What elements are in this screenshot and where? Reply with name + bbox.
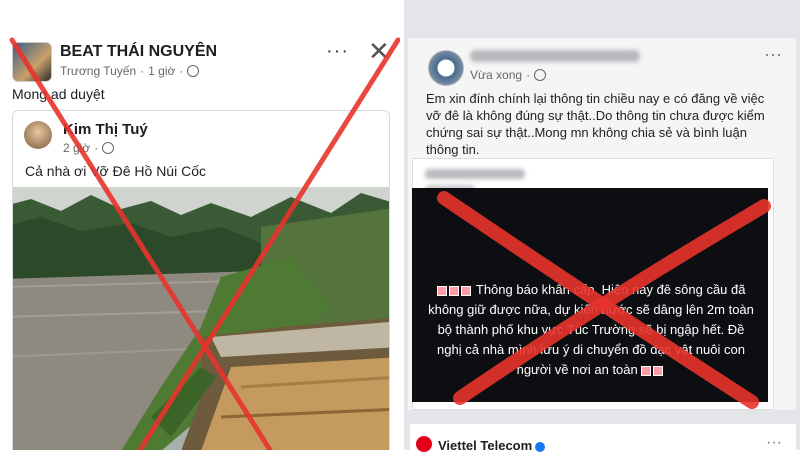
shared-post-text: Cả nhà ơi Vỡ Đê Hồ Núi Cốc	[25, 163, 206, 179]
globe-icon	[102, 142, 115, 154]
shared-post-card[interactable]: Kim Thị Tuý 2 giờ · Cả nhà ơi Vỡ Đê Hồ N…	[12, 110, 390, 450]
shared-separator: ·	[94, 141, 99, 155]
post-author[interactable]: Trương Tuyến	[60, 64, 136, 78]
emergency-notice-text: Thông báo khẩn cấp. Hiện nay đê sông cầu…	[426, 280, 756, 380]
left-facebook-post: BEAT THÁI NGUYÊN Trương Tuyến · 1 giờ · …	[0, 0, 400, 450]
blurred-inner-name	[425, 169, 525, 179]
correction-more-button[interactable]: ···	[764, 44, 782, 65]
warning-emoji-icon	[653, 365, 664, 376]
page-avatar[interactable]	[12, 42, 52, 82]
post-caption: Mong ad duyệt	[12, 86, 105, 102]
shared-time[interactable]: 2 giờ	[63, 141, 90, 155]
globe-icon	[534, 69, 547, 81]
correction-meta: Vừa xong ·	[470, 68, 547, 82]
globe-icon	[187, 65, 200, 77]
viettel-name[interactable]: Viettel Telecom	[438, 438, 546, 453]
meta-separator: ·	[140, 64, 145, 78]
post-time[interactable]: 1 giờ	[148, 64, 175, 78]
warning-emoji-icon	[436, 285, 447, 296]
right-facebook-screenshot: Vừa xong · ··· Em xin đính chính lại thô…	[404, 0, 800, 450]
emergency-notice-image[interactable]: Thông báo khẩn cấp. Hiện nay đê sông cầu…	[412, 188, 768, 402]
page-name[interactable]: BEAT THÁI NGUYÊN	[60, 43, 217, 61]
flood-photo[interactable]	[12, 187, 390, 450]
separator-dot: ·	[179, 64, 184, 78]
more-options-button[interactable]: ···	[326, 40, 349, 63]
correction-separator: ·	[526, 68, 531, 82]
blurred-author-name	[470, 50, 640, 62]
verified-badge-icon	[535, 441, 546, 452]
viettel-more-button[interactable]: ···	[766, 434, 782, 452]
shared-avatar[interactable]	[24, 121, 52, 149]
correction-post: Vừa xong · ··· Em xin đính chính lại thô…	[408, 38, 796, 410]
shared-author-name[interactable]: Kim Thị Tuý	[63, 121, 148, 138]
emergency-notice-body: Thông báo khẩn cấp. Hiện nay đê sông cầu…	[428, 282, 754, 377]
shared-meta: 2 giờ ·	[63, 141, 115, 155]
correction-time[interactable]: Vừa xong	[470, 68, 522, 82]
warning-emoji-icon	[448, 285, 459, 296]
warning-emoji-icon	[460, 285, 471, 296]
correction-text: Em xin đính chính lại thông tin chiều na…	[426, 91, 765, 157]
post-meta: Trương Tuyến · 1 giờ ·	[60, 64, 200, 78]
correction-avatar[interactable]	[428, 50, 464, 86]
close-button[interactable]: ✕	[368, 36, 390, 67]
warning-emoji-icon	[641, 365, 652, 376]
viettel-name-text: Viettel Telecom	[438, 438, 533, 453]
